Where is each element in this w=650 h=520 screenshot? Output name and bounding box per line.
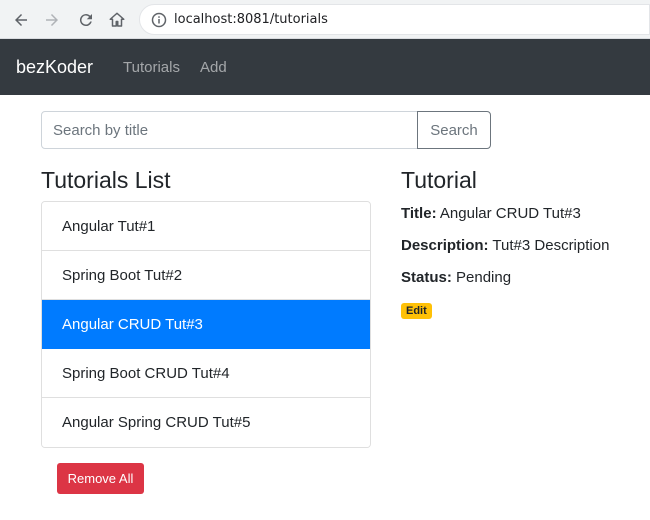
browser-toolbar: localhost:8081/tutorials: [0, 0, 650, 39]
brand-link[interactable]: bezKoder: [16, 57, 93, 78]
address-bar[interactable]: localhost:8081/tutorials: [139, 4, 650, 35]
home-icon[interactable]: [105, 8, 129, 32]
detail-title-value: Angular CRUD Tut#3: [439, 205, 581, 222]
list-item[interactable]: Angular CRUD Tut#3: [42, 300, 370, 349]
detail-status-row: Status: Pending: [401, 269, 511, 286]
detail-description-row: Description: Tut#3 Description: [401, 237, 609, 254]
list-item[interactable]: Spring Boot CRUD Tut#4: [42, 349, 370, 398]
nav-link-add[interactable]: Add: [200, 59, 227, 76]
list-item[interactable]: Spring Boot Tut#2: [42, 251, 370, 300]
back-arrow-icon[interactable]: [9, 8, 33, 32]
app-navbar: bezKoder Tutorials Add: [0, 39, 650, 95]
detail-title-row: Title: Angular CRUD Tut#3: [401, 205, 581, 222]
tutorial-detail-heading: Tutorial: [401, 167, 477, 193]
detail-description-value: Tut#3 Description: [492, 237, 610, 254]
forward-arrow-icon[interactable]: [40, 8, 64, 32]
tutorials-list: Angular Tut#1 Spring Boot Tut#2 Angular CR…: [41, 201, 371, 448]
reload-icon[interactable]: [74, 8, 98, 32]
nav-link-tutorials[interactable]: Tutorials: [123, 59, 180, 76]
remove-all-button[interactable]: Remove All: [57, 463, 144, 494]
info-icon[interactable]: [151, 12, 167, 28]
list-item[interactable]: Angular Spring CRUD Tut#5: [42, 398, 370, 447]
edit-badge-link[interactable]: Edit: [401, 303, 432, 319]
detail-status-value: Pending: [456, 269, 512, 286]
search-button[interactable]: Search: [417, 111, 491, 149]
search-input[interactable]: [41, 111, 418, 149]
list-item[interactable]: Angular Tut#1: [42, 202, 370, 251]
url-text: localhost:8081/tutorials: [174, 12, 328, 27]
detail-status-label: Status:: [401, 269, 452, 286]
detail-description-label: Description:: [401, 237, 489, 254]
tutorials-list-heading: Tutorials List: [41, 167, 171, 193]
detail-title-label: Title:: [401, 205, 437, 222]
